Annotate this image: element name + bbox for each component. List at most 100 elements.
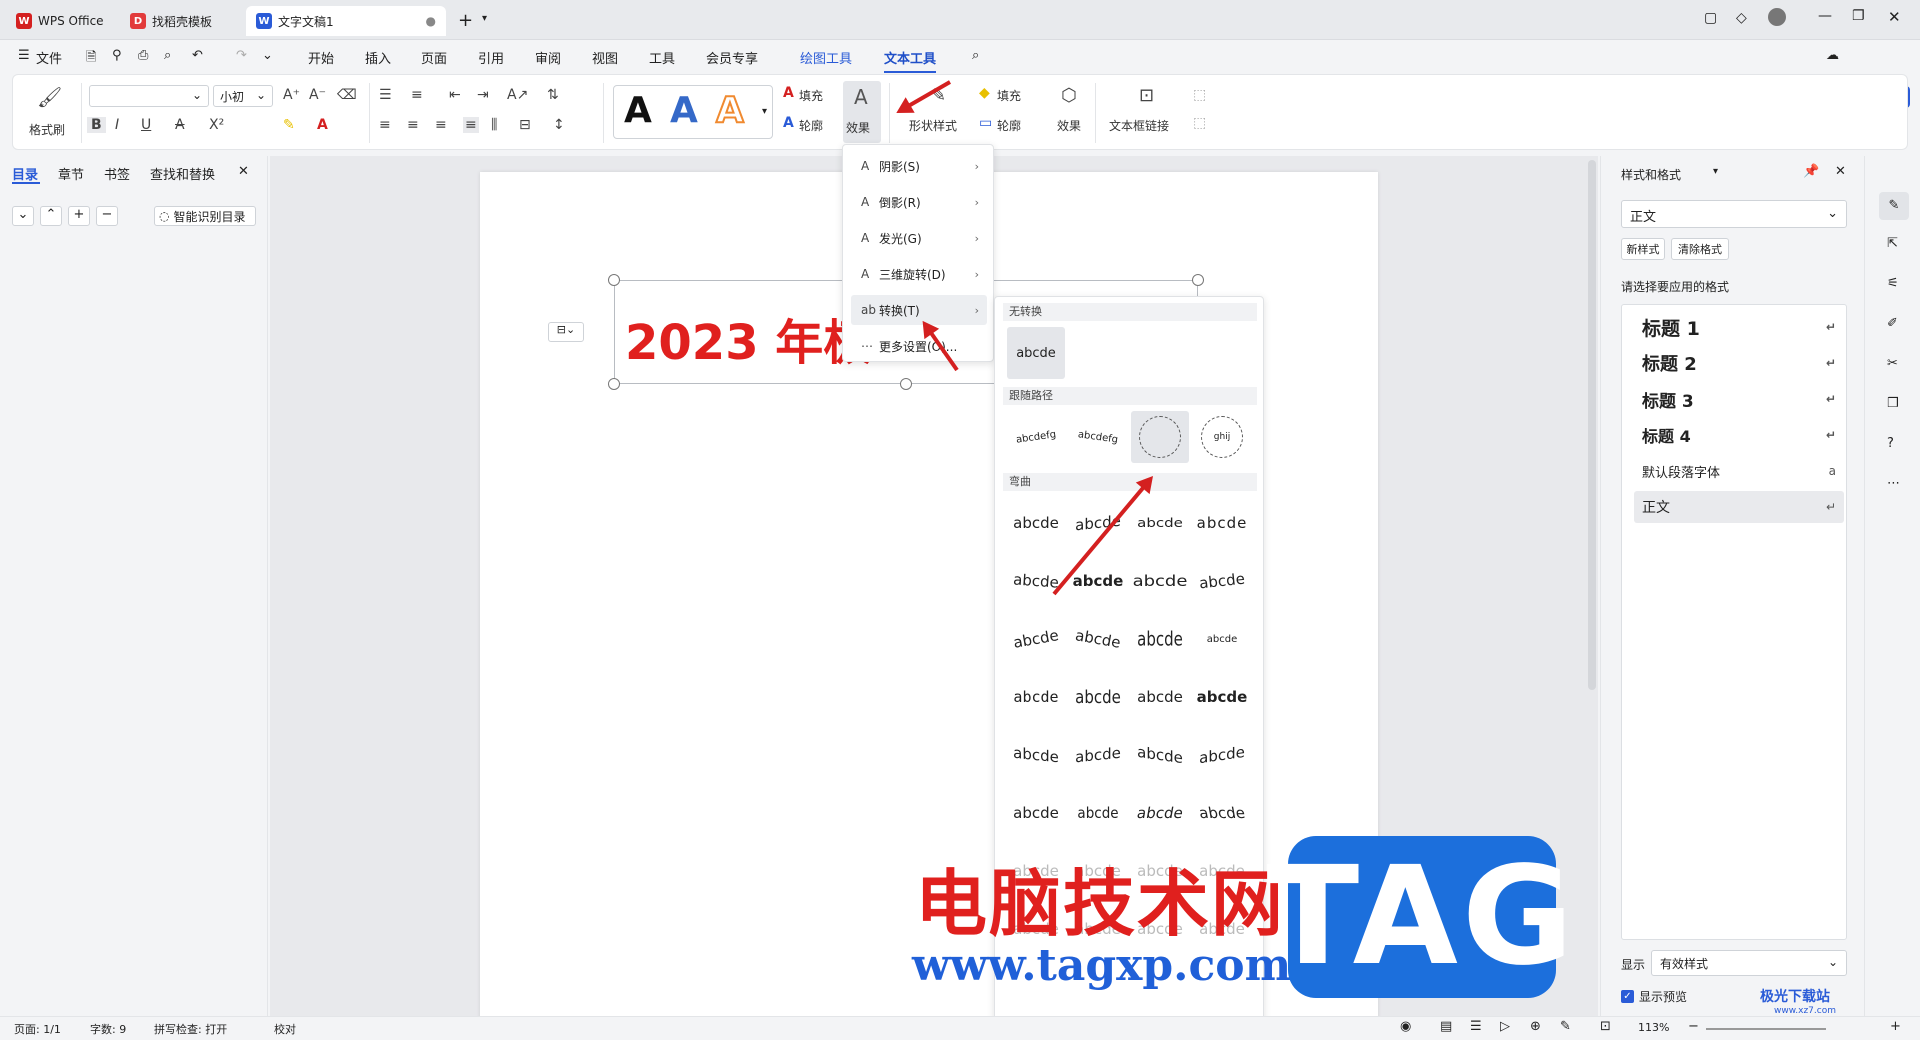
hamburger-icon[interactable]: ☰ bbox=[18, 48, 30, 63]
edit-icon[interactable]: ✐ bbox=[1887, 316, 1898, 331]
menu-member[interactable]: 会员专享 bbox=[706, 48, 758, 67]
scrollbar[interactable] bbox=[1588, 160, 1596, 690]
warp-option[interactable]: abcde bbox=[1193, 497, 1251, 549]
line-spacing-icon[interactable]: ↕ bbox=[553, 117, 565, 133]
resize-handle[interactable] bbox=[900, 378, 912, 390]
redo-icon[interactable]: ↷ bbox=[236, 48, 247, 63]
more-icon[interactable]: ⋯ bbox=[1887, 476, 1900, 491]
tab-find-replace[interactable]: 查找和替换 bbox=[150, 164, 215, 183]
art-style-black[interactable]: A bbox=[624, 90, 652, 131]
menu-insert[interactable]: 插入 bbox=[365, 48, 391, 67]
zoom-level[interactable]: 113% bbox=[1638, 1021, 1669, 1034]
resize-handle[interactable] bbox=[608, 274, 620, 286]
adjust-icon[interactable]: ⚟ bbox=[1887, 276, 1899, 291]
select-icon[interactable]: ⇱ bbox=[1887, 236, 1898, 251]
path-circle[interactable] bbox=[1131, 411, 1189, 463]
shape-fill-icon[interactable]: ◆ bbox=[979, 85, 990, 101]
fit-icon[interactable]: ⊡ bbox=[1600, 1019, 1611, 1034]
style-default-paragraph-font[interactable]: 默认段落字体 a bbox=[1634, 455, 1844, 487]
tab-bookmark[interactable]: 书签 bbox=[104, 164, 130, 183]
warp-option[interactable]: abcde bbox=[1007, 787, 1065, 839]
text-fill-icon[interactable]: A bbox=[783, 85, 794, 101]
menu-glow[interactable]: A 发光(G) › bbox=[851, 223, 987, 253]
menu-start[interactable]: 开始 bbox=[308, 48, 334, 67]
menu-reference[interactable]: 引用 bbox=[478, 48, 504, 67]
text-direction-icon[interactable]: A↗ bbox=[507, 87, 528, 103]
close-icon[interactable]: ✕ bbox=[238, 164, 249, 179]
shape-style-button[interactable]: 形状样式 bbox=[909, 117, 957, 134]
proofread[interactable]: 校对 bbox=[274, 1021, 296, 1037]
menu-file[interactable]: 文件 bbox=[36, 48, 62, 67]
clear-format-icon[interactable]: ⌫ bbox=[337, 87, 357, 103]
warp-option[interactable]: abcde bbox=[1131, 725, 1189, 785]
cloud-icon[interactable]: ☁ bbox=[1826, 48, 1839, 63]
collapse-icon[interactable]: ⌄ bbox=[12, 206, 34, 226]
save-icon[interactable]: 🗎 bbox=[86, 48, 96, 70]
close-icon[interactable]: ✕ bbox=[1835, 164, 1846, 179]
bullet-list-icon[interactable]: ☰ bbox=[379, 87, 392, 103]
avatar[interactable] bbox=[1768, 8, 1786, 26]
chevron-down-icon[interactable]: ▾ bbox=[1713, 166, 1718, 177]
font-name-select[interactable]: ⌄ bbox=[89, 85, 209, 107]
bold-icon[interactable]: B bbox=[87, 117, 106, 133]
shape-effect-button[interactable]: 效果 bbox=[1057, 117, 1081, 134]
number-list-icon[interactable]: ≡ bbox=[411, 87, 423, 103]
eye-icon[interactable]: ◉ bbox=[1400, 1019, 1411, 1034]
format-painter-icon[interactable]: 🖌 bbox=[37, 85, 62, 109]
strikethrough-icon[interactable]: A bbox=[175, 117, 185, 133]
tab-template[interactable]: D 找稻壳模板 bbox=[120, 6, 240, 36]
warp-option[interactable]: abcde bbox=[1007, 497, 1065, 549]
link-icon[interactable]: ⚲ bbox=[112, 48, 122, 63]
warp-option[interactable]: abcde bbox=[1072, 787, 1124, 839]
textbox-content[interactable]: 2023 年极 bbox=[625, 303, 871, 373]
justify-icon[interactable]: ≡ bbox=[463, 117, 479, 133]
menu-shadow[interactable]: A 阴影(S) › bbox=[851, 151, 987, 181]
help-icon[interactable]: ? bbox=[1887, 436, 1894, 451]
tab-chapter[interactable]: 章节 bbox=[58, 164, 84, 183]
warp-option[interactable]: abcde bbox=[1007, 726, 1065, 784]
sort-icon[interactable]: ⇅ bbox=[547, 87, 559, 103]
warp-option[interactable]: abcde bbox=[1003, 608, 1069, 669]
new-style-button[interactable]: 新样式 bbox=[1621, 238, 1665, 260]
warp-option[interactable]: abcde bbox=[1131, 501, 1189, 545]
path-arch-down[interactable]: abcdefg bbox=[1066, 407, 1131, 467]
shape-outline-button[interactable]: 轮廓 bbox=[997, 117, 1021, 134]
menu-3d-rotation[interactable]: A 三维旋转(D) › bbox=[851, 259, 987, 289]
shape-outline-icon[interactable]: ▭ bbox=[979, 115, 992, 131]
menu-more-settings[interactable]: ⋯ 更多设置(O)... bbox=[851, 331, 987, 361]
shape-effect-icon[interactable]: ⬡ bbox=[1061, 85, 1077, 106]
chevron-down-icon[interactable]: ▾ bbox=[482, 13, 487, 24]
superscript-icon[interactable]: X² bbox=[209, 117, 224, 133]
format-painter-button[interactable]: 格式刷 bbox=[29, 121, 65, 138]
textbox-link-button[interactable]: 文本框链接 bbox=[1109, 117, 1169, 134]
preview-icon[interactable]: ⌕ bbox=[164, 48, 171, 63]
italic-icon[interactable]: I bbox=[115, 117, 119, 133]
warp-option[interactable]: abcde bbox=[1193, 725, 1251, 785]
tab-modified-dot-icon[interactable]: ● bbox=[426, 14, 436, 28]
clear-format-button[interactable]: 清除格式 bbox=[1671, 238, 1729, 260]
style-heading-3[interactable]: 标题 3 ↵ bbox=[1634, 383, 1844, 415]
warp-option[interactable]: abcde bbox=[1005, 553, 1066, 609]
undo-icon[interactable]: ↶ bbox=[192, 48, 203, 63]
zoom-slider[interactable] bbox=[1706, 1028, 1826, 1030]
shape-fill-button[interactable]: 填充 bbox=[997, 87, 1021, 104]
new-tab-icon[interactable]: + bbox=[458, 10, 473, 31]
minimize-icon[interactable]: — bbox=[1818, 8, 1832, 24]
path-button[interactable]: ghij bbox=[1193, 411, 1251, 463]
font-color-icon[interactable]: A bbox=[317, 117, 328, 133]
smart-toc-button[interactable]: ◌ 智能识别目录 bbox=[154, 206, 256, 226]
warp-option[interactable]: abcde bbox=[1131, 671, 1189, 723]
resize-handle[interactable] bbox=[608, 378, 620, 390]
pen-icon[interactable]: ✎ bbox=[1560, 1019, 1571, 1034]
warp-option[interactable]: abcde bbox=[1193, 613, 1251, 665]
close-icon[interactable]: ✕ bbox=[1888, 8, 1901, 26]
layout-options-icon[interactable]: ⊟⌄ bbox=[548, 322, 584, 342]
style-heading-2[interactable]: 标题 2 ↵ bbox=[1634, 347, 1844, 379]
tab-document[interactable]: W 文字文稿1 ● bbox=[246, 6, 446, 36]
book-icon[interactable]: ❒ bbox=[1887, 396, 1899, 411]
transform-none[interactable]: abcde bbox=[1007, 327, 1065, 379]
menu-review[interactable]: 审阅 bbox=[535, 48, 561, 67]
zoom-in-icon[interactable]: + bbox=[1890, 1019, 1901, 1034]
warp-option[interactable]: abcde bbox=[1131, 605, 1189, 673]
menu-tools[interactable]: 工具 bbox=[649, 48, 675, 67]
